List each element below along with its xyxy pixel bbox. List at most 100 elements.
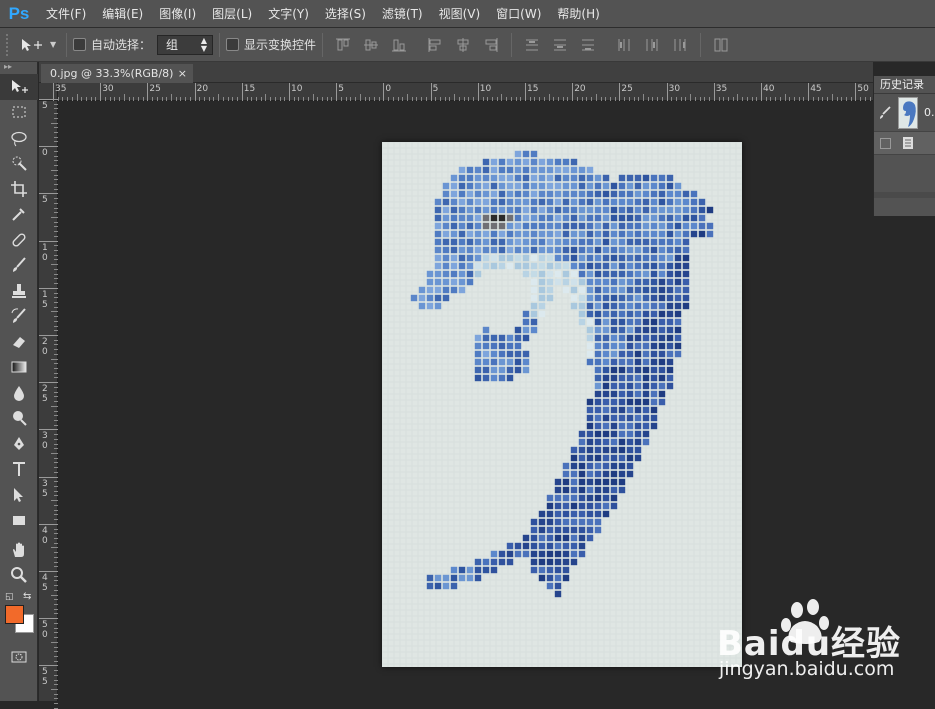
ruler-h-label: 35 — [55, 84, 67, 94]
close-tab-icon[interactable]: × — [178, 64, 187, 83]
blur-tool[interactable] — [0, 380, 38, 406]
document-tab[interactable]: 0.jpg @ 33.3%(RGB/8) × — [41, 64, 193, 83]
horizontal-ruler[interactable]: 35 30 25 20 15 10 5 0 5 10 15 20 25 30 35 40 45 50 — [53, 83, 899, 101]
menu-select[interactable]: 选择(S) — [317, 0, 374, 28]
align-left-icon[interactable] — [427, 37, 443, 53]
auto-align-icon[interactable] — [713, 37, 729, 53]
history-state-checkbox[interactable] — [880, 137, 891, 149]
pen-tool[interactable] — [0, 431, 38, 457]
mosaic-tile — [674, 334, 682, 342]
mosaic-tile — [554, 574, 562, 582]
brush-tool[interactable] — [0, 253, 38, 279]
move-tool[interactable] — [0, 74, 38, 100]
auto-select-checkbox[interactable] — [73, 38, 86, 51]
menu-file[interactable]: 文件(F) — [38, 0, 94, 28]
lasso-tool[interactable] — [0, 125, 38, 151]
default-colors-icon[interactable]: ◱ — [5, 592, 14, 602]
mosaic-tile — [458, 174, 466, 182]
mosaic-tile — [570, 286, 578, 294]
mosaic-tile — [610, 478, 618, 486]
gradient-tool[interactable] — [0, 355, 38, 381]
distribute-left-icon[interactable] — [616, 37, 632, 53]
mosaic-tile — [514, 166, 522, 174]
mosaic-tile — [602, 390, 610, 398]
align-vcenter-icon[interactable] — [363, 37, 379, 53]
zoom-tool[interactable] — [0, 563, 38, 589]
history-snapshot[interactable]: 0. — [874, 94, 935, 132]
distribute-vcenter-icon[interactable] — [552, 37, 568, 53]
crop-tool[interactable] — [0, 176, 38, 202]
marquee-tool[interactable] — [0, 100, 38, 126]
mosaic-tile — [474, 246, 482, 254]
mosaic-tile — [474, 358, 482, 366]
history-state-open[interactable] — [874, 132, 935, 154]
menu-view[interactable]: 视图(V) — [431, 0, 489, 28]
tool-preset-picker[interactable]: ▼ — [20, 37, 60, 53]
mosaic-tile — [482, 166, 490, 174]
quick-select-tool[interactable] — [0, 151, 38, 177]
options-grip[interactable] — [6, 33, 12, 56]
mosaic-tile — [530, 182, 538, 190]
collapse-panel-icon[interactable]: ▸▸ — [0, 62, 37, 74]
mosaic-tile — [442, 198, 450, 206]
auto-select-dropdown[interactable]: 组 ▲ ▼ — [157, 34, 214, 55]
mosaic-tile — [658, 374, 666, 382]
eraser-tool[interactable] — [0, 329, 38, 355]
path-select-tool[interactable] — [0, 482, 38, 508]
distribute-right-icon[interactable] — [672, 37, 688, 53]
mosaic-tile — [642, 390, 650, 398]
mosaic-tile — [610, 310, 618, 318]
vertical-ruler[interactable]: 50510152025303540455055 — [39, 99, 58, 709]
hand-tool[interactable] — [0, 537, 38, 563]
align-right-icon[interactable] — [483, 37, 499, 53]
eyedropper-tool[interactable] — [0, 202, 38, 228]
mosaic-tile — [610, 462, 618, 470]
history-brush-source-icon[interactable] — [878, 105, 892, 120]
mosaic-tile — [506, 358, 514, 366]
quick-mask-button[interactable] — [0, 644, 38, 670]
mosaic-tile — [706, 222, 714, 230]
ruler-h-label: 30 — [668, 84, 681, 94]
document-tab-title: 0.jpg @ 33.3%(RGB/8) — [50, 67, 174, 80]
menu-window[interactable]: 窗口(W) — [488, 0, 549, 28]
foreground-color-swatch[interactable] — [5, 605, 24, 624]
menu-help[interactable]: 帮助(H) — [549, 0, 607, 28]
align-top-icon[interactable] — [335, 37, 351, 53]
menu-edit[interactable]: 编辑(E) — [94, 0, 151, 28]
dodge-tool[interactable] — [0, 406, 38, 432]
type-tool[interactable] — [0, 457, 38, 483]
mosaic-tile — [474, 166, 482, 174]
distribute-bottom-icon[interactable] — [580, 37, 596, 53]
menu-filter[interactable]: 滤镜(T) — [374, 0, 431, 28]
mosaic-tile — [498, 230, 506, 238]
menu-type[interactable]: 文字(Y) — [260, 0, 317, 28]
align-hcenter-icon[interactable] — [455, 37, 471, 53]
rectangle-tool[interactable] — [0, 508, 38, 534]
mosaic-tile — [650, 422, 658, 430]
align-bottom-icon[interactable] — [391, 37, 407, 53]
mosaic-tile — [698, 206, 706, 214]
mosaic-tile — [578, 454, 586, 462]
mosaic-tile — [466, 190, 474, 198]
show-transform-checkbox[interactable] — [226, 38, 240, 51]
menu-image[interactable]: 图像(I) — [151, 0, 204, 28]
history-brush-tool[interactable] — [0, 304, 38, 330]
distribute-hcenter-icon[interactable] — [644, 37, 660, 53]
distribute-top-icon[interactable] — [524, 37, 540, 53]
document-image-dolphin-mosaic[interactable] — [382, 142, 742, 667]
mosaic-tile — [594, 246, 602, 254]
mosaic-tile — [458, 286, 466, 294]
mosaic-tile — [522, 358, 530, 366]
swap-colors-icon[interactable]: ⇆ — [23, 591, 31, 602]
healing-brush-tool[interactable] — [0, 227, 38, 253]
mosaic-tile — [626, 326, 634, 334]
mosaic-tile — [554, 230, 562, 238]
mosaic-tile — [514, 158, 522, 166]
mosaic-tile — [450, 238, 458, 246]
clone-stamp-tool[interactable] — [0, 278, 38, 304]
mosaic-tile — [530, 326, 538, 334]
history-panel-tab[interactable]: 历史记录 — [874, 76, 935, 94]
mosaic-tile — [642, 262, 650, 270]
menu-layer[interactable]: 图层(L) — [204, 0, 260, 28]
mosaic-tile — [602, 350, 610, 358]
